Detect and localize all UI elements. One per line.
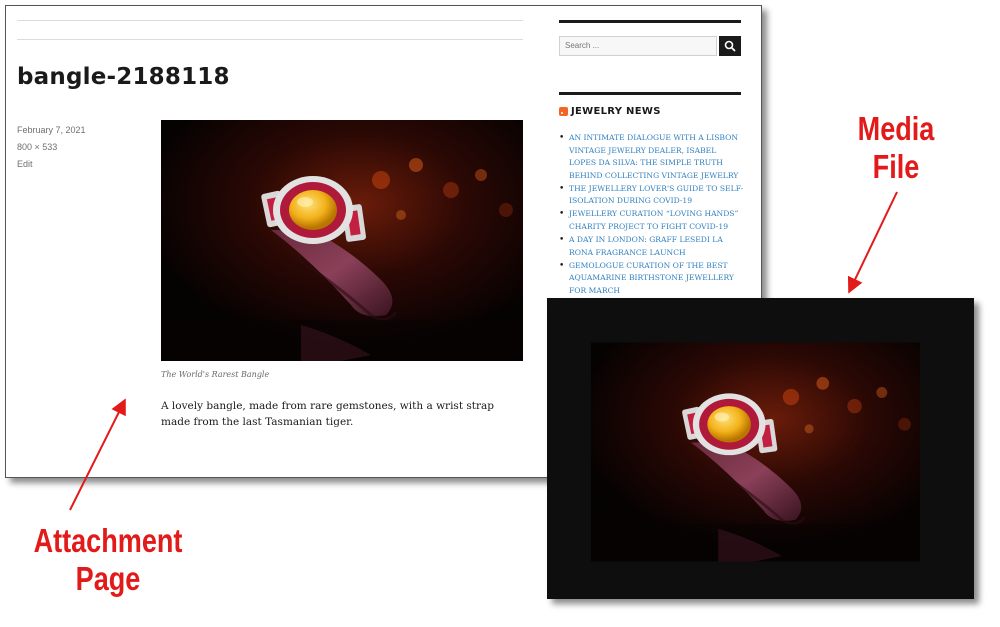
media-file-arrow	[847, 191, 898, 294]
search-icon	[724, 40, 736, 52]
image-dimensions[interactable]: 800 × 533	[17, 139, 86, 156]
annotation-line: Media	[857, 110, 935, 147]
post-meta: February 7, 2021 800 × 533 Edit	[17, 122, 86, 173]
search-button[interactable]	[719, 36, 741, 56]
image-description: A lovely bangle, made from rare gemstone…	[161, 400, 494, 428]
header-divider-top	[17, 20, 523, 21]
annotation-line: File	[872, 148, 920, 185]
media-file-annotation: Media File	[839, 110, 954, 186]
news-link[interactable]: THE JEWELLERY LOVER'S GUIDE TO SELF-ISOL…	[569, 184, 743, 206]
news-link[interactable]: GEMOLOGUE CURATION OF THE BEST AQUAMARIN…	[569, 261, 734, 295]
widget-divider	[559, 92, 741, 95]
rss-icon[interactable]	[559, 107, 568, 116]
news-link[interactable]: JEWELLERY CURATION “LOVING HANDS” CHARIT…	[569, 209, 738, 231]
list-item: A DAY IN LONDON: GRAFF LESEDI LA RONA FR…	[559, 234, 744, 259]
news-list: AN INTIMATE DIALOGUE WITH A LISBON VINTA…	[559, 132, 744, 298]
annotation-line: Page	[75, 560, 141, 597]
list-item: THE JEWELLERY LOVER'S GUIDE TO SELF-ISOL…	[559, 183, 744, 208]
media-file-image	[591, 342, 920, 562]
list-item: JEWELLERY CURATION “LOVING HANDS” CHARIT…	[559, 208, 744, 233]
page-title: bangle-2188118	[17, 64, 230, 90]
search-input[interactable]: Search ...	[559, 36, 717, 56]
widget-title-text: JEWELRY NEWS	[571, 106, 661, 117]
edit-link[interactable]: Edit	[17, 156, 86, 173]
widget-title: JEWELRY NEWS	[559, 106, 661, 117]
attachment-page-annotation: Attachment Page	[26, 522, 190, 598]
list-item: GEMOLOGUE CURATION OF THE BEST AQUAMARIN…	[559, 260, 744, 298]
sidebar-divider	[559, 20, 741, 23]
media-file-screenshot	[547, 298, 974, 599]
annotation-line: Attachment	[33, 522, 183, 559]
news-link[interactable]: A DAY IN LONDON: GRAFF LESEDI LA RONA FR…	[569, 235, 723, 257]
list-item: AN INTIMATE DIALOGUE WITH A LISBON VINTA…	[559, 132, 744, 182]
post-date[interactable]: February 7, 2021	[17, 122, 86, 139]
image-caption: The World's Rarest Bangle	[161, 370, 270, 379]
header-divider-bottom	[17, 39, 523, 40]
attachment-image[interactable]	[161, 120, 523, 361]
news-link[interactable]: AN INTIMATE DIALOGUE WITH A LISBON VINTA…	[569, 133, 738, 180]
